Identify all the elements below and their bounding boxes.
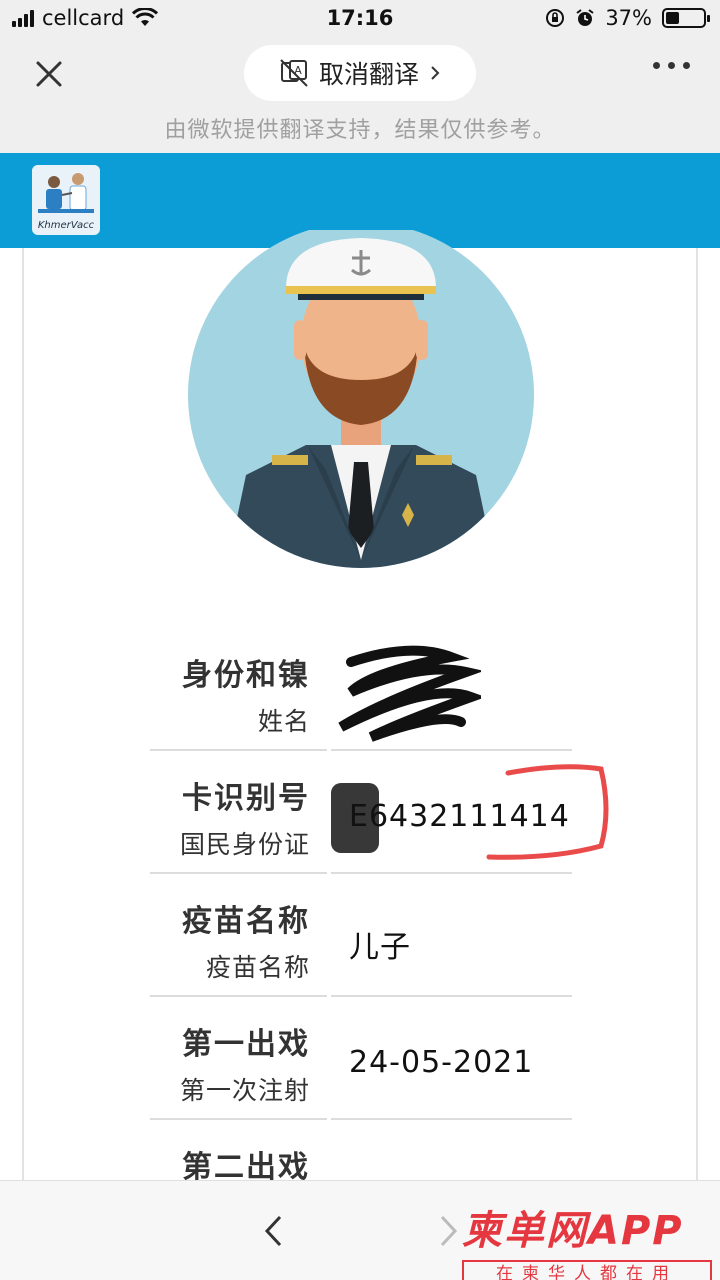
watermark-title: 柬单网APP <box>462 1208 684 1254</box>
screen: cellcard 17:16 37% A 取消翻译 由微软提供翻译支持，结果仅供… <box>0 0 720 1280</box>
table-row-name: 身份和镍 姓名 <box>150 630 572 753</box>
row-label: 疫苗名称 <box>182 904 310 939</box>
watermark-subtitle: 在柬华人都在用 <box>462 1260 712 1280</box>
id-value-box: E6432111414 <box>331 753 609 874</box>
table-row-first-dose: 第一出戏 第一次注射 24-05-2021 <box>150 999 572 1122</box>
logo-text: KhmerVacc <box>37 220 95 231</box>
table-row-id: 卡识别号 国民身份证 E6432111414 <box>150 753 609 876</box>
more-options-icon[interactable] <box>653 62 690 69</box>
cancel-translation-button[interactable]: A 取消翻译 <box>244 45 476 101</box>
row-sublabel: 姓名 <box>257 707 310 736</box>
status-bar: cellcard 17:16 37% <box>0 0 720 40</box>
row-sublabel: 第一次注射 <box>179 1076 310 1105</box>
row-sublabel: 国民身份证 <box>179 830 310 859</box>
rotation-lock-icon <box>546 9 565 27</box>
table-row-vaccine: 疫苗名称 疫苗名称 儿子 <box>150 876 572 999</box>
row-label: 卡识别号 <box>182 781 310 816</box>
battery-percent: 37% <box>605 6 652 30</box>
close-icon[interactable] <box>30 55 68 93</box>
app-logo[interactable]: KhmerVacc <box>32 165 100 235</box>
profile-avatar <box>188 230 534 568</box>
vaccination-logo-icon <box>32 165 100 221</box>
row-sublabel: 疫苗名称 <box>205 953 310 982</box>
forward-arrow-icon[interactable] <box>436 1213 460 1249</box>
red-bracket-mark <box>486 764 609 860</box>
row-label: 身份和镍 <box>182 658 310 693</box>
watermark-logo: 柬单网APP 在柬华人都在用 <box>462 1198 712 1280</box>
row-label: 第一出戏 <box>182 1027 310 1062</box>
translation-notice: 由微软提供翻译支持，结果仅供参考。 <box>164 118 556 143</box>
chevron-right-icon <box>431 66 440 80</box>
info-table: 身份和镍 姓名 卡识别号 国民身份证 E6432111414 疫苗名称 疫苗名称… <box>150 630 609 1245</box>
back-arrow-icon[interactable] <box>262 1213 286 1249</box>
redaction-scribble <box>338 645 481 742</box>
battery-icon <box>662 8 710 28</box>
first-dose-date: 24-05-2021 <box>349 1045 534 1080</box>
redacted-value <box>331 630 572 751</box>
vaccine-name: 儿子 <box>349 930 411 965</box>
alarm-icon <box>576 9 594 26</box>
translate-icon: A <box>280 59 308 87</box>
translate-toggle-label: 取消翻译 <box>318 60 419 89</box>
battery-level <box>666 12 680 24</box>
